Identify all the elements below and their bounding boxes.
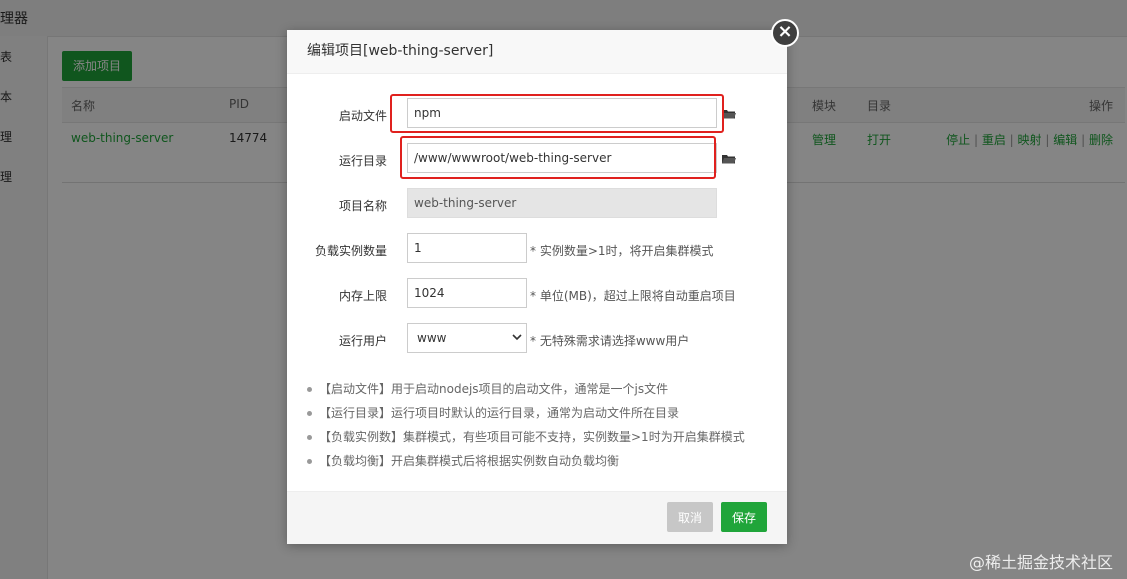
run-user-select[interactable]: www bbox=[407, 323, 527, 353]
start-file-label: 启动文件 bbox=[338, 109, 387, 123]
run-user-hint: * 无特殊需求请选择www用户 bbox=[530, 334, 690, 348]
list-item: 【启动文件】用于启动nodejs项目的启动文件，通常是一个js文件 bbox=[305, 377, 745, 401]
mem-limit-label: 内存上限 bbox=[338, 289, 387, 303]
instances-input[interactable]: 1 bbox=[407, 233, 527, 263]
project-name-input: web-thing-server bbox=[407, 188, 717, 218]
dialog-title: 编辑项目[web-thing-server] bbox=[307, 43, 494, 59]
edit-project-dialog: 编辑项目[web-thing-server] 启动文件 npm 运行目录 /ww… bbox=[287, 30, 787, 544]
highlight-box bbox=[390, 94, 724, 133]
run-user-value: www bbox=[417, 331, 447, 345]
tips-list: 【启动文件】用于启动nodejs项目的启动文件，通常是一个js文件 【运行目录】… bbox=[305, 377, 745, 473]
project-name-label: 项目名称 bbox=[338, 199, 387, 213]
save-button[interactable]: 保存 bbox=[721, 502, 767, 532]
folder-icon[interactable] bbox=[722, 154, 736, 164]
instances-hint: * 实例数量>1时，将开启集群模式 bbox=[530, 244, 714, 258]
mem-limit-hint: * 单位(MB)，超过上限将自动重启项目 bbox=[530, 289, 736, 303]
run-user-label: 运行用户 bbox=[338, 334, 387, 348]
list-item: 【负载均衡】开启集群模式后将根据实例数自动负载均衡 bbox=[305, 449, 745, 473]
folder-icon[interactable] bbox=[722, 109, 736, 119]
list-item: 【运行目录】运行项目时默认的运行目录，通常为启动文件所在目录 bbox=[305, 401, 745, 425]
instances-label: 负载实例数量 bbox=[314, 244, 387, 258]
chevron-down-icon bbox=[512, 334, 522, 341]
close-icon[interactable]: × bbox=[771, 19, 799, 47]
dialog-header: 编辑项目[web-thing-server] bbox=[287, 30, 787, 74]
cancel-button[interactable]: 取消 bbox=[667, 502, 713, 532]
watermark: @稀土掘金技术社区 bbox=[968, 553, 1113, 572]
run-dir-label: 运行目录 bbox=[338, 154, 387, 168]
mem-limit-input[interactable]: 1024 bbox=[407, 278, 527, 308]
dialog-footer: 取消 保存 bbox=[287, 491, 787, 544]
highlight-box bbox=[400, 136, 716, 179]
list-item: 【负载实例数】集群模式，有些项目可能不支持，实例数量>1时为开启集群模式 bbox=[305, 425, 745, 449]
